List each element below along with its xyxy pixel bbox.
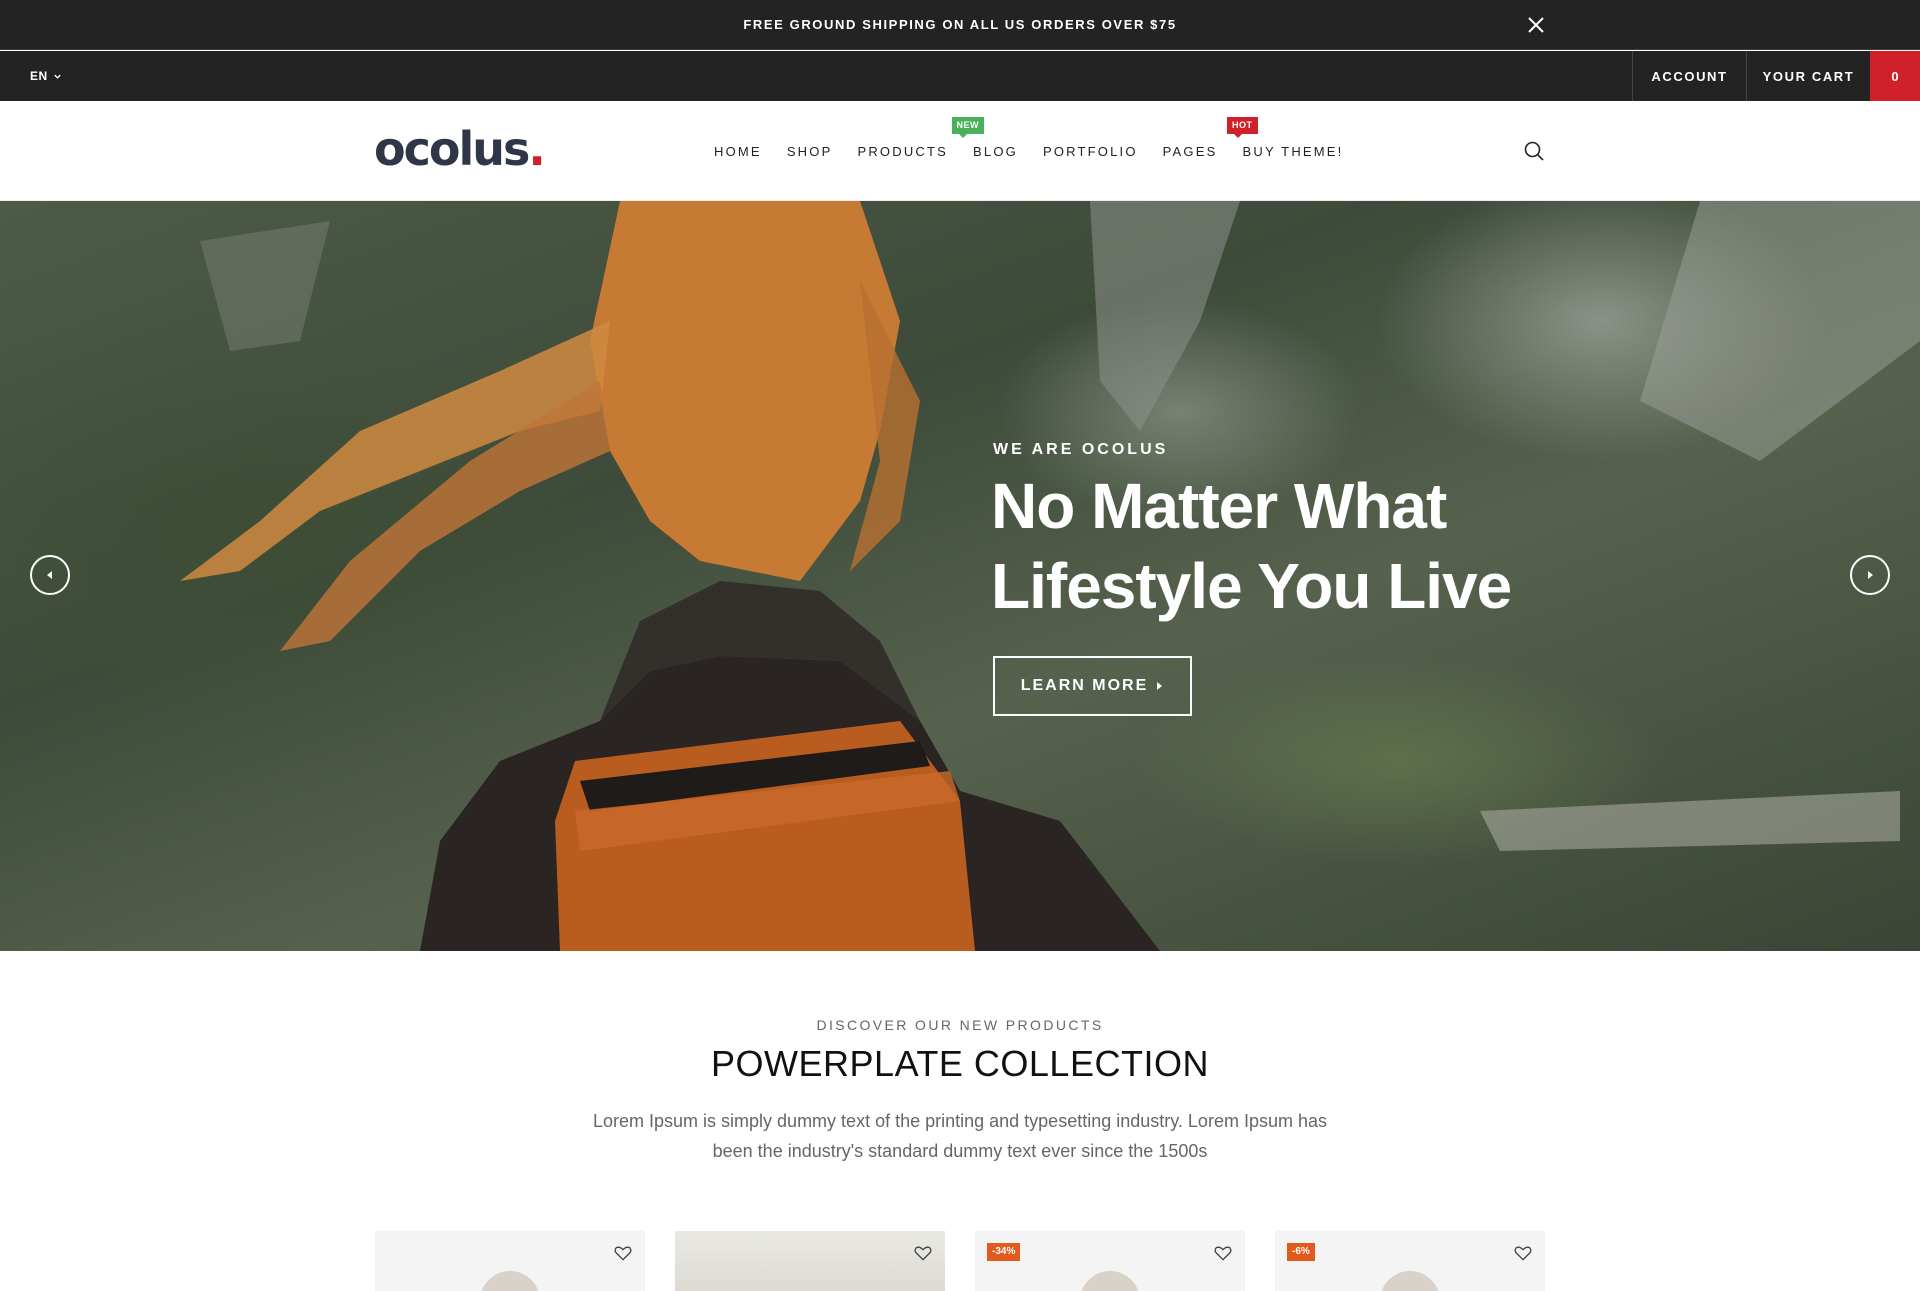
nav-products[interactable]: PRODUCTS NEW (857, 116, 985, 159)
collection-section: DISCOVER OUR NEW PRODUCTS POWERPLATE COL… (0, 951, 1920, 1291)
heart-icon[interactable] (1213, 1243, 1233, 1263)
language-label: EN (30, 69, 48, 83)
nav-label: BLOG (973, 143, 1018, 159)
nav-label: HOME (714, 143, 762, 159)
product-image (675, 1231, 945, 1291)
new-badge: NEW (951, 116, 985, 138)
product-card[interactable] (375, 1231, 645, 1291)
hero-title: No Matter What Lifestyle You Live (991, 470, 1512, 622)
nav-pages[interactable]: PAGES HOT (1162, 116, 1258, 159)
heart-icon[interactable] (913, 1243, 933, 1263)
heart-icon[interactable] (1513, 1243, 1533, 1263)
hero-slider: WE ARE OCOLUS No Matter What Lifestyle Y… (0, 201, 1920, 951)
logo-dot: . (528, 122, 546, 176)
arrow-right-circle-icon (1868, 571, 1873, 579)
cart-count-badge[interactable]: 0 (1870, 51, 1920, 101)
collection-description: Lorem Ipsum is simply dummy text of the … (593, 1111, 1327, 1161)
product-image (1380, 1271, 1440, 1291)
caret-right-icon (1157, 682, 1163, 690)
prev-slide-button[interactable] (30, 555, 70, 595)
utility-bar: EN ACCOUNT YOUR CART 0 (0, 51, 1920, 101)
product-card[interactable]: -6% (1275, 1231, 1545, 1291)
chevron-down-icon (53, 74, 61, 79)
language-selector[interactable]: EN (30, 51, 62, 101)
nav-home[interactable]: HOME (714, 144, 762, 159)
collection-title: POWERPLATE COLLECTION (711, 1043, 1209, 1084)
logo-text: ocolus (374, 122, 530, 176)
nav-shop[interactable]: SHOP (787, 144, 833, 159)
hero-kicker: WE ARE OCOLUS (993, 441, 1169, 458)
cart-link[interactable]: YOUR CART (1746, 51, 1870, 101)
product-card[interactable]: -34% (975, 1231, 1245, 1291)
next-slide-button[interactable] (1850, 555, 1890, 595)
product-image (1080, 1271, 1140, 1291)
nav-label: BUY THEME! (1242, 143, 1344, 159)
learn-more-label: LEARN MORE (1020, 677, 1149, 694)
collection-kicker: DISCOVER OUR NEW PRODUCTS (816, 1017, 1104, 1033)
hero-image (180, 201, 1920, 951)
utility-links: ACCOUNT YOUR CART 0 (1632, 51, 1920, 101)
sale-badge: -6% (1287, 1243, 1315, 1261)
learn-more-button[interactable]: LEARN MORE (993, 656, 1192, 716)
nav-label: SHOP (786, 143, 833, 159)
nav-blog[interactable]: BLOG (973, 144, 1018, 159)
nav-portfolio[interactable]: PORTFOLIO (1043, 144, 1138, 159)
hot-badge: HOT (1227, 116, 1258, 138)
product-card[interactable] (675, 1231, 945, 1291)
close-icon[interactable] (1524, 13, 1548, 37)
heart-icon[interactable] (613, 1243, 633, 1263)
sale-badge: -34% (987, 1243, 1021, 1261)
account-link[interactable]: ACCOUNT (1632, 51, 1746, 101)
main-nav: HOME SHOP PRODUCTS NEW BLOG PORTFOLIO PAG… (714, 101, 1343, 201)
nav-buy-theme[interactable]: BUY THEME! (1243, 144, 1344, 159)
nav-label: PAGES (1162, 143, 1218, 159)
announcement-bar: FREE GROUND SHIPPING ON ALL US ORDERS OV… (0, 0, 1920, 50)
main-header: ocolus. HOME SHOP PRODUCTS NEW BLOG PORTF… (0, 101, 1920, 201)
product-grid: -34% -6% (375, 1231, 1545, 1291)
logo[interactable]: ocolus. (374, 119, 546, 179)
arrow-left-circle-icon (47, 571, 52, 579)
announcement-text: FREE GROUND SHIPPING ON ALL US ORDERS OV… (743, 17, 1177, 32)
nav-label: PORTFOLIO (1042, 143, 1138, 159)
search-icon[interactable] (1522, 139, 1546, 163)
nav-label: PRODUCTS (857, 143, 949, 159)
product-image (480, 1271, 540, 1291)
